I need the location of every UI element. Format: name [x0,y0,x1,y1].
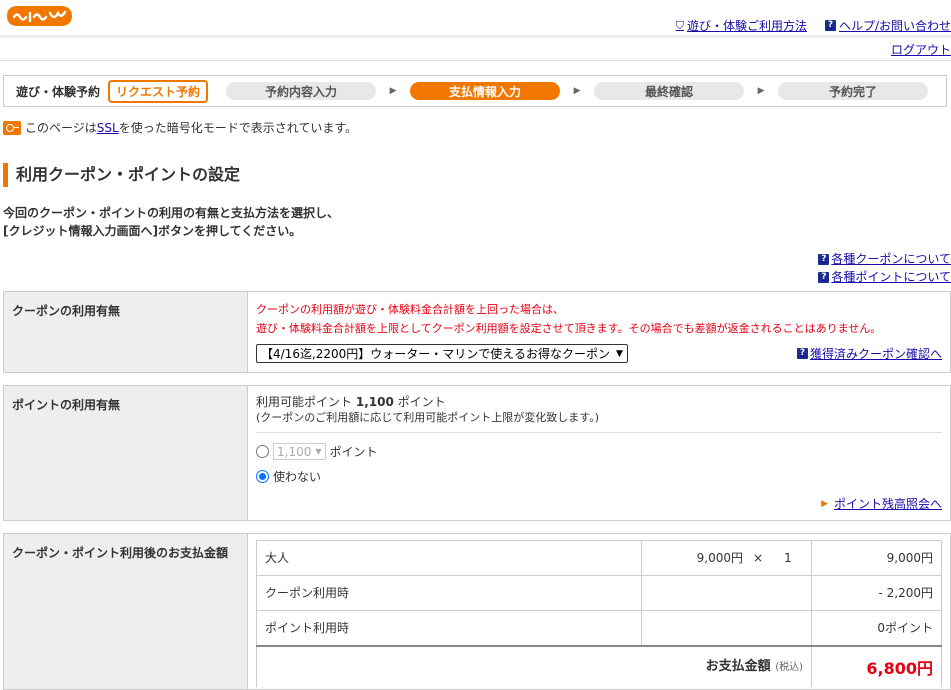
available-points: 利用可能ポイント 1,100 ポイント [256,395,446,409]
steps-label: 遊び・体験予約 [16,84,101,99]
key-icon [3,120,21,135]
ssl-notice: このページはSSLを使った暗号化モードで表示されています。 [3,119,357,136]
coupon-select[interactable]: 【4/16迄,2200円】ウォーター・マリンで使えるお得なクーポン ▼ [256,344,628,363]
guide-link[interactable]: ⛉ 遊び・体験ご利用方法 [676,17,807,34]
coupon-table: クーポンの利用有無 クーポンの利用額が遊び・体験料金合計額を上回った場合は、 遊… [3,291,951,373]
request-badge: リクエスト予約 [108,79,209,103]
arrow-icon: ▶ [389,86,397,96]
page-title: 利用クーポン・ポイントの設定 [3,163,240,187]
table-row: 大人 9,000円 × 1 9,000円 [256,540,942,576]
no-points-radio[interactable] [256,470,269,483]
payment-breakdown: 大人 9,000円 × 1 9,000円 クーポン利用時 - 2,200円 ポイント… [256,540,942,687]
help-icon: ? [818,253,830,265]
coupon-help-link[interactable]: ? 各種クーポンについて [818,250,951,268]
points-label: ポイントの利用有無 [3,385,248,521]
arrow-icon: ▶ [573,86,581,96]
payment-table: クーポン・ポイント利用後のお支払金額 大人 9,000円 × 1 9,000円 クー… [3,533,951,690]
payment-label: クーポン・ポイント利用後のお支払金額 [3,533,248,690]
help-link[interactable]: ? ヘルプ/お問い合わせ [824,17,951,34]
acquired-coupon-link[interactable]: ? 獲得済みクーポン確認へ [796,345,942,362]
header: ⛉ 遊び・体験ご利用方法 ? ヘルプ/お問い合わせ [0,0,951,38]
triangle-right-icon: ▶ [821,498,828,509]
point-balance-link[interactable]: ポイント残高照会へ [834,495,942,512]
chevron-down-icon: ▼ [315,447,322,456]
coupon-note: クーポンの利用額が遊び・体験料金合計額を上回った場合は、 遊び・体験料金合計額を… [256,303,882,335]
progress-steps: 遊び・体験予約 リクエスト予約 予約内容入力 ▶ 支払情報入力 ▶ 最終確認 ▶… [3,75,947,107]
chevron-down-icon: ▼ [615,348,623,359]
table-row: ポイント利用時 0ポイント [256,610,942,646]
intro-text: 今回のクーポン・ポイントの利用の有無と支払方法を選択し、 [クレジット情報入力画… [3,206,340,238]
step-complete: 予約完了 [778,82,929,100]
top-links: ⛉ 遊び・体験ご利用方法 ? ヘルプ/お問い合わせ [676,17,951,34]
ssl-link[interactable]: SSL [97,121,119,135]
help-icon: ? [796,348,808,359]
logout-link[interactable]: ログアウト [891,41,951,58]
jalan-logo[interactable] [4,2,74,28]
point-help-link[interactable]: ? 各種ポイントについて [818,268,951,286]
points-table: ポイントの利用有無 利用可能ポイント 1,100 ポイント (クーポンのご利用額… [3,385,951,521]
help-icon: ? [818,271,830,283]
step-payment: 支払情報入力 [410,82,561,100]
coupon-label: クーポンの利用有無 [3,291,248,373]
points-note: (クーポンのご利用額に応じて利用可能ポイント上限が変化致します。) [256,410,942,433]
total-row: お支払金額 (税込) 6,800円 [256,644,942,687]
step-input: 予約内容入力 [226,82,377,100]
divider [0,60,951,61]
arrow-icon: ▶ [757,86,765,96]
use-points-radio[interactable] [256,445,269,458]
step-confirm: 最終確認 [594,82,745,100]
shield-icon: ⛉ [675,18,684,32]
table-row: クーポン利用時 - 2,200円 [256,575,942,611]
help-icon: ? [824,20,836,31]
points-amount-select[interactable]: 1,100 ▼ [273,443,326,460]
help-links: ? 各種クーポンについて ? 各種ポイントについて [818,250,951,286]
total-amount: 6,800円 [811,644,942,687]
